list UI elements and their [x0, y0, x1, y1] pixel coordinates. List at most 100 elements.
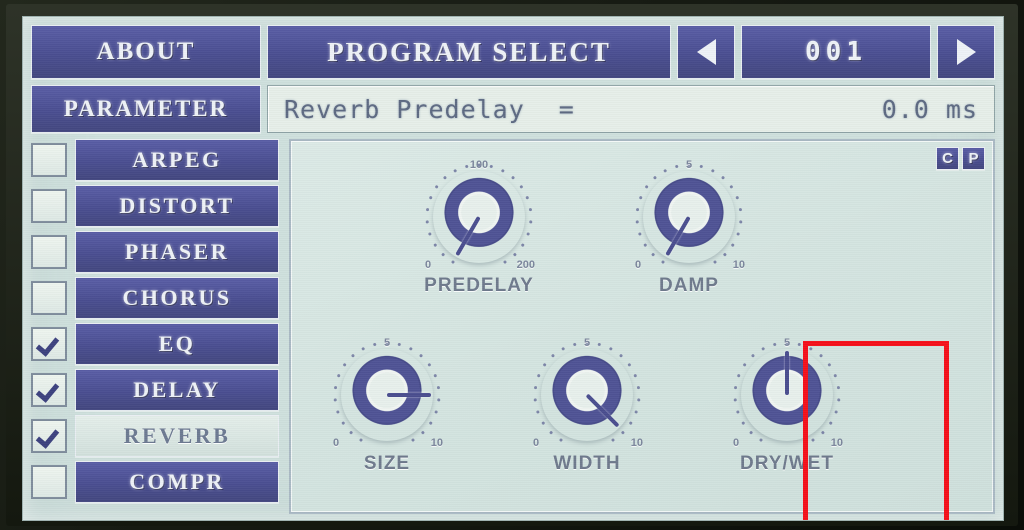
tick-mark — [489, 164, 494, 169]
tick-mark — [618, 353, 624, 358]
checkbox-chorus[interactable] — [31, 281, 67, 315]
tick-mark — [425, 220, 429, 224]
sidebar-item-eq[interactable]: EQ — [75, 323, 279, 365]
tick-mark — [635, 207, 640, 212]
tick-mark — [450, 259, 456, 265]
sidebar-item-distort[interactable]: DISTORT — [75, 185, 279, 227]
tick-mark — [712, 259, 718, 265]
tick-mark — [638, 195, 643, 200]
program-next-button[interactable] — [937, 25, 995, 79]
tick-mark — [410, 437, 416, 443]
tick-mark — [519, 184, 524, 189]
tick-mark — [650, 252, 656, 257]
checkbox-arpeg[interactable] — [31, 143, 67, 177]
tick-mark — [627, 362, 632, 367]
tick-mark — [652, 175, 658, 180]
tick-mark — [748, 430, 754, 435]
sidebar-row-phaser: PHASER — [31, 231, 279, 273]
badge-p[interactable]: P — [962, 147, 985, 170]
sidebar-item-label: ARPEG — [132, 147, 222, 172]
parameter-bar: PARAMETER Reverb Predelay = 0.0 ms — [31, 85, 995, 133]
knob-scale-min: 0 — [533, 437, 540, 449]
tick-mark — [660, 259, 666, 265]
tick-mark — [610, 437, 616, 443]
program-select-button[interactable]: PROGRAM SELECT — [267, 25, 671, 79]
sidebar-row-delay: DELAY — [31, 369, 279, 411]
program-number-display[interactable]: 001 — [741, 25, 931, 79]
checkbox-eq[interactable] — [31, 327, 67, 361]
knob-label: DRY/WET — [740, 453, 834, 474]
knob-dial-area[interactable]: 0 5 10 — [519, 337, 655, 451]
about-button[interactable]: ABOUT — [31, 25, 261, 79]
knob-dial-area[interactable]: 0 5 10 — [319, 337, 455, 451]
parameter-button[interactable]: PARAMETER — [31, 85, 261, 133]
knob-dial-area[interactable]: 0 5 10 — [621, 159, 757, 273]
tick-mark — [434, 410, 439, 414]
knob-dial[interactable] — [741, 349, 833, 441]
tick-mark — [735, 195, 740, 200]
tick-mark — [735, 410, 740, 414]
knob-dial-area[interactable]: 0 100 200 — [411, 159, 547, 273]
knob-width[interactable]: 0 5 10 WIDTH — [519, 337, 655, 475]
sidebar-item-chorus[interactable]: CHORUS — [75, 277, 279, 319]
checkbox-reverb[interactable] — [31, 419, 67, 453]
checkbox-distort[interactable] — [31, 189, 67, 223]
sidebar-item-phaser[interactable]: PHASER — [75, 231, 279, 273]
knob-scale-mid: 5 — [583, 337, 591, 349]
tick-mark — [342, 362, 347, 367]
tick-mark — [529, 220, 533, 224]
tick-mark — [634, 410, 639, 414]
knob-dry-wet[interactable]: 0 5 10 DRY/WET — [719, 337, 855, 475]
badge-label: C — [942, 150, 953, 167]
knob-pointer — [785, 351, 789, 395]
tick-mark — [428, 195, 433, 200]
sidebar-item-reverb[interactable]: REVERB — [75, 415, 279, 457]
tick-mark — [361, 346, 366, 351]
tick-mark — [797, 342, 802, 347]
knob-scale-mid: 5 — [383, 337, 391, 349]
tick-mark — [741, 421, 746, 426]
knob-predelay[interactable]: 0 100 200 PREDELAY — [411, 159, 547, 297]
triangle-right-icon — [956, 39, 976, 65]
parameter-value-display[interactable]: Reverb Predelay = 0.0 ms — [267, 85, 995, 133]
knob-dial[interactable] — [541, 349, 633, 441]
knob-dial-area[interactable]: 0 5 10 — [719, 337, 855, 451]
sidebar-item-delay[interactable]: DELAY — [75, 369, 279, 411]
tick-mark — [722, 252, 728, 257]
tick-mark — [434, 184, 439, 189]
checkbox-delay[interactable] — [31, 373, 67, 407]
program-prev-button[interactable] — [677, 25, 735, 79]
tick-mark — [433, 373, 438, 378]
tick-mark — [674, 164, 679, 169]
parameter-value: 0.0 ms — [881, 94, 978, 124]
sidebar-item-compr[interactable]: COMPR — [75, 461, 279, 503]
tick-mark — [550, 353, 556, 358]
tick-mark — [341, 421, 346, 426]
tick-mark — [633, 373, 638, 378]
checkbox-phaser[interactable] — [31, 235, 67, 269]
sidebar-item-arpeg[interactable]: ARPEG — [75, 139, 279, 181]
tick-mark — [397, 342, 402, 347]
sidebar-row-compr: COMPR — [31, 461, 279, 503]
knob-damp[interactable]: 0 5 10 DAMP — [621, 159, 757, 297]
knob-scale-max: 10 — [732, 259, 745, 271]
tick-mark — [637, 232, 642, 236]
tick-mark — [418, 353, 424, 358]
tick-mark — [810, 437, 816, 443]
tick-mark — [525, 195, 530, 200]
knob-size[interactable]: 0 5 10 SIZE — [319, 337, 455, 475]
knob-pointer — [665, 216, 691, 257]
tick-mark — [833, 373, 838, 378]
knob-dial[interactable] — [643, 171, 735, 263]
sidebar-row-eq: EQ — [31, 323, 279, 365]
tick-mark — [558, 437, 564, 443]
checkbox-compr[interactable] — [31, 465, 67, 499]
knob-dial[interactable] — [341, 349, 433, 441]
sidebar-item-label: DELAY — [133, 377, 221, 402]
badge-c[interactable]: C — [936, 147, 959, 170]
tick-mark — [818, 353, 824, 358]
knob-scale-mid: 5 — [685, 159, 693, 171]
tick-mark — [761, 346, 766, 351]
tick-mark — [736, 232, 741, 236]
knob-dial[interactable] — [433, 171, 525, 263]
